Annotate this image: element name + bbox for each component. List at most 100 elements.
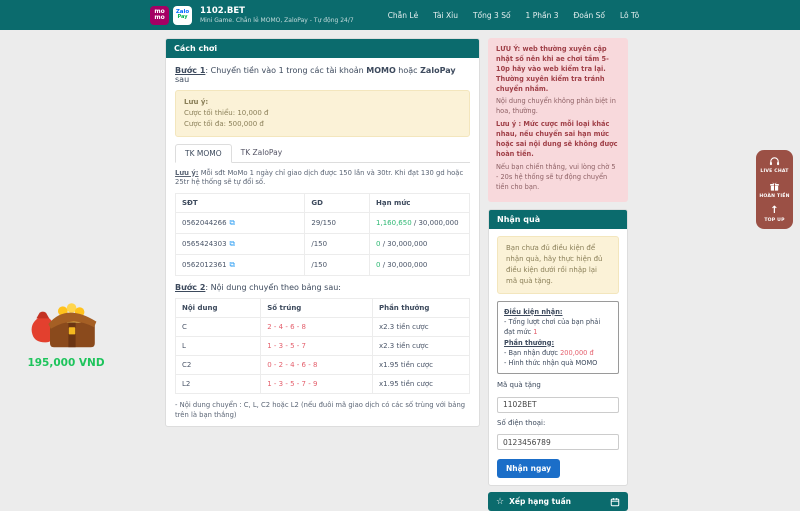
main-nav: Chẵn Lẻ Tài Xỉu Tổng 3 Số 1 Phần 3 Đoán … <box>388 11 640 20</box>
how-to-play-panel: Cách chơi Bước 1: Chuyển tiền vào 1 tron… <box>165 38 480 428</box>
top-up-label: TOP UP <box>764 218 785 223</box>
warning-line-4: Nếu bạn chiến thắng, vui lòng chờ 5 - 20… <box>496 162 616 191</box>
nav-item-chan-le[interactable]: Chẵn Lẻ <box>388 11 419 20</box>
phone-number: 0562044266 <box>182 219 227 228</box>
numbers-cell: 0 - 2 - 4 - 6 - 8 <box>260 355 373 376</box>
live-chat-button[interactable]: LIVE CHAT <box>756 156 793 174</box>
gd-cell: /150 <box>304 233 371 256</box>
tab-tk-zalopay[interactable]: TK ZaloPay <box>232 144 292 162</box>
floating-side-widget: LIVE CHAT HOÀN TIỀN ↑ TOP UP <box>756 150 793 229</box>
gift-icon <box>770 182 779 191</box>
warning-line-1: LƯU Ý: web thường xuyên cập nhật số nên … <box>496 45 609 93</box>
reward-cell: x2.3 tiền cược <box>371 317 471 338</box>
gd-cell: /150 <box>304 254 371 277</box>
phone-cell: 0565424303 ⧉ <box>174 233 306 256</box>
step1-label: Bước 1 <box>175 66 206 75</box>
right-column: LƯU Ý: web thường xuyên cập nhật số nên … <box>488 38 628 511</box>
reward-method-line: - Hình thức nhận quà MOMO <box>504 358 598 367</box>
col-sdt: SĐT <box>174 193 306 214</box>
condition-text: - Tổng lượt chơi của bạn phải đạt mức <box>504 318 601 337</box>
nav-item-doan-so[interactable]: Đoán Số <box>573 11 604 20</box>
copy-icon[interactable]: ⧉ <box>230 218 235 227</box>
table-header-row: Nội dung Số trúng Phần thưởng <box>174 298 471 319</box>
accounts-note-text: Mỗi sđt MoMo 1 ngày chỉ giao dịch được 1… <box>175 168 464 187</box>
top-up-button[interactable]: ↑ TOP UP <box>756 205 793 224</box>
nav-item-1-phan-3[interactable]: 1 Phần 3 <box>526 11 559 20</box>
calendar-icon <box>610 497 620 506</box>
phone-label: Số điện thoại: <box>497 418 546 427</box>
gift-panel: Nhận quà Bạn chưa đủ điều kiện để nhận q… <box>488 209 628 487</box>
step1-text: Bước 1: Chuyển tiền vào 1 trong các tài … <box>175 66 470 84</box>
step1-middle: hoặc <box>395 66 421 75</box>
nav-item-tong-3-so[interactable]: Tổng 3 Số <box>473 11 511 20</box>
nav-item-lo-to[interactable]: Lô Tô <box>620 11 639 20</box>
arrow-up-icon: ↑ <box>770 205 779 216</box>
limits-note-title: Lưu ý: <box>184 98 209 106</box>
phone-input[interactable] <box>497 434 619 451</box>
account-tabs: TK MOMO TK ZaloPay <box>175 143 470 163</box>
numbers-cell: 2 - 4 - 6 - 8 <box>260 317 373 338</box>
copy-icon[interactable]: ⧉ <box>230 239 235 248</box>
max-bet-line: Cược tối đa: 500,000 đ <box>184 119 264 128</box>
table-header-row: SĐT GD Hạn mức <box>174 193 470 214</box>
claim-button[interactable]: Nhận ngay <box>497 459 561 479</box>
step1-after: sau <box>175 75 190 84</box>
gift-code-input[interactable] <box>497 396 619 413</box>
reward-cell: x2.3 tiền cược <box>371 336 471 357</box>
headset-icon <box>769 157 780 166</box>
phone-number: 0562012361 <box>182 261 227 270</box>
weekly-ranking-bar[interactable]: ☆ Xếp hạng tuần <box>488 492 628 511</box>
table-row: C 2 - 4 - 6 - 8 x2.3 tiền cược <box>174 317 471 338</box>
limits-note-box: Lưu ý: Cược tối thiểu: 10,000 đ Cược tối… <box>175 90 470 137</box>
zalopay-logo-text: Pay <box>177 14 188 21</box>
site-titles: 1102.BET Mini Game. Chẵn lẻ MOMO, ZaloPa… <box>200 6 354 24</box>
gift-panel-body: Bạn chưa đủ điều kiện để nhận quà, hãy t… <box>489 229 627 485</box>
step2-rest: : Nội dung chuyển theo bảng sau: <box>205 283 341 293</box>
brand: mo mo Zalo Pay 1102.BET Mini Game. Chẵn … <box>150 5 354 25</box>
limit-amount: / 30,000,000 <box>411 219 459 228</box>
page-title: 1102.BET <box>200 6 245 16</box>
accounts-table: SĐT GD Hạn mức 0562044266 ⧉ 29/150 1,160,… <box>174 193 470 277</box>
accounts-note: Lưu ý: Mỗi sđt MoMo 1 ngày chỉ giao dịch… <box>175 169 470 189</box>
warning-line-2: Nội dung chuyển không phân biệt in hoa, … <box>496 97 616 116</box>
content-cell: L2 <box>174 374 262 395</box>
transfer-note: - Nội dung chuyển : C, L, C2 hoặc L2 (nế… <box>175 401 466 419</box>
nav-item-tai-xiu[interactable]: Tài Xỉu <box>433 11 458 20</box>
refund-button[interactable]: HOÀN TIỀN <box>756 181 793 199</box>
reward-line: - Bạn nhận được 200,000 đ <box>504 348 612 358</box>
star-icon: ☆ <box>496 496 505 507</box>
reward-value: 200,000 đ <box>560 348 594 357</box>
tab-tk-momo[interactable]: TK MOMO <box>175 143 232 163</box>
warning-alert: LƯU Ý: web thường xuyên cập nhật số nên … <box>488 38 628 203</box>
step1-momo: MOMO <box>366 66 396 75</box>
content-cell: C2 <box>174 355 262 376</box>
content-cell: L <box>174 336 262 357</box>
table-row: C2 0 - 2 - 4 - 6 - 8 x1.95 tiền cược <box>174 355 471 376</box>
limit-amount: / 30,000,000 <box>380 240 428 249</box>
page-subtitle: Mini Game. Chẵn lẻ MOMO, ZaloPay - Tự độ… <box>200 17 354 24</box>
col-so-trung: Số trúng <box>260 298 373 319</box>
limit-amount: / 30,000,000 <box>380 261 428 270</box>
table-row: 0562012361 ⧉ /150 0 / 30,000,000 <box>174 254 470 277</box>
copy-icon[interactable]: ⧉ <box>230 260 235 269</box>
table-row: 0562044266 ⧉ 29/150 1,160,650 / 30,000,00… <box>174 212 470 235</box>
table-row: L 1 - 3 - 5 - 7 x2.3 tiền cược <box>174 336 471 357</box>
phone-number: 0565424303 <box>182 240 227 249</box>
min-bet-line: Cược tối thiểu: 10,000 đ <box>184 108 269 117</box>
gift-warning-box: Bạn chưa đủ điều kiện để nhận quà, hãy t… <box>497 236 619 294</box>
refund-label: HOÀN TIỀN <box>759 194 790 199</box>
step1-zalopay: ZaloPay <box>420 66 456 75</box>
treasure-chest-icon <box>31 303 97 348</box>
phone-cell: 0562012361 ⧉ <box>174 254 306 277</box>
panel-title: Cách chơi <box>166 39 479 58</box>
limit-cell: 0 / 30,000,000 <box>369 233 470 256</box>
step2-label: Bước 2 <box>175 283 206 293</box>
gift-code-label: Mã quà tặng <box>497 381 541 390</box>
bonus-chest[interactable]: 195,000 VND <box>16 292 116 369</box>
step2-text: Bước 2: Nội dung chuyển theo bảng sau: <box>175 283 470 292</box>
reward-text: - Bạn nhận được <box>504 348 561 357</box>
how-to-play-body: Bước 1: Chuyển tiền vào 1 trong các tài … <box>166 58 479 426</box>
step1-before: : Chuyển tiền vào 1 trong các tài khoản <box>205 66 367 75</box>
table-row: L2 1 - 3 - 5 - 7 - 9 x1.95 tiền cược <box>174 374 471 395</box>
reward-cell: x1.95 tiền cược <box>371 374 471 395</box>
